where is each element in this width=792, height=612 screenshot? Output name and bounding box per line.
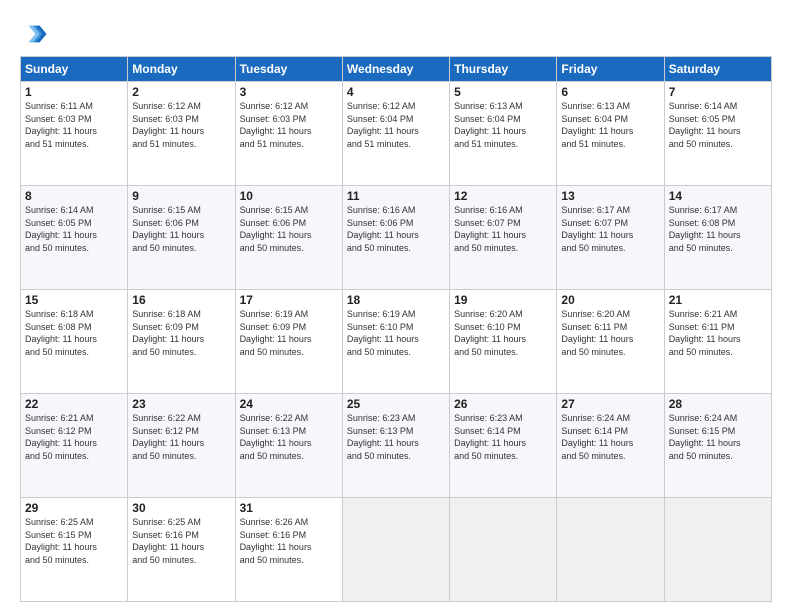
calendar-day-4: 4Sunrise: 6:12 AMSunset: 6:04 PMDaylight… xyxy=(342,82,449,186)
calendar-week-4: 22Sunrise: 6:21 AMSunset: 6:12 PMDayligh… xyxy=(21,394,772,498)
calendar-header-wednesday: Wednesday xyxy=(342,57,449,82)
calendar-week-3: 15Sunrise: 6:18 AMSunset: 6:08 PMDayligh… xyxy=(21,290,772,394)
calendar-header-saturday: Saturday xyxy=(664,57,771,82)
calendar-day-26: 26Sunrise: 6:23 AMSunset: 6:14 PMDayligh… xyxy=(450,394,557,498)
calendar-day-7: 7Sunrise: 6:14 AMSunset: 6:05 PMDaylight… xyxy=(664,82,771,186)
calendar-week-5: 29Sunrise: 6:25 AMSunset: 6:15 PMDayligh… xyxy=(21,498,772,602)
calendar-day-27: 27Sunrise: 6:24 AMSunset: 6:14 PMDayligh… xyxy=(557,394,664,498)
calendar-day-22: 22Sunrise: 6:21 AMSunset: 6:12 PMDayligh… xyxy=(21,394,128,498)
calendar-day-1: 1Sunrise: 6:11 AMSunset: 6:03 PMDaylight… xyxy=(21,82,128,186)
logo xyxy=(20,20,50,48)
header xyxy=(20,16,772,48)
calendar-day-16: 16Sunrise: 6:18 AMSunset: 6:09 PMDayligh… xyxy=(128,290,235,394)
calendar-day-15: 15Sunrise: 6:18 AMSunset: 6:08 PMDayligh… xyxy=(21,290,128,394)
calendar-day-30: 30Sunrise: 6:25 AMSunset: 6:16 PMDayligh… xyxy=(128,498,235,602)
calendar-day-25: 25Sunrise: 6:23 AMSunset: 6:13 PMDayligh… xyxy=(342,394,449,498)
calendar-week-1: 1Sunrise: 6:11 AMSunset: 6:03 PMDaylight… xyxy=(21,82,772,186)
calendar-empty xyxy=(557,498,664,602)
calendar-day-28: 28Sunrise: 6:24 AMSunset: 6:15 PMDayligh… xyxy=(664,394,771,498)
calendar-day-31: 31Sunrise: 6:26 AMSunset: 6:16 PMDayligh… xyxy=(235,498,342,602)
calendar-day-8: 8Sunrise: 6:14 AMSunset: 6:05 PMDaylight… xyxy=(21,186,128,290)
calendar-week-2: 8Sunrise: 6:14 AMSunset: 6:05 PMDaylight… xyxy=(21,186,772,290)
calendar-header-thursday: Thursday xyxy=(450,57,557,82)
calendar-day-18: 18Sunrise: 6:19 AMSunset: 6:10 PMDayligh… xyxy=(342,290,449,394)
calendar-day-10: 10Sunrise: 6:15 AMSunset: 6:06 PMDayligh… xyxy=(235,186,342,290)
calendar-day-14: 14Sunrise: 6:17 AMSunset: 6:08 PMDayligh… xyxy=(664,186,771,290)
calendar-header-sunday: Sunday xyxy=(21,57,128,82)
calendar-day-21: 21Sunrise: 6:21 AMSunset: 6:11 PMDayligh… xyxy=(664,290,771,394)
page: SundayMondayTuesdayWednesdayThursdayFrid… xyxy=(0,0,792,612)
calendar-table: SundayMondayTuesdayWednesdayThursdayFrid… xyxy=(20,56,772,602)
calendar-empty xyxy=(342,498,449,602)
calendar-day-11: 11Sunrise: 6:16 AMSunset: 6:06 PMDayligh… xyxy=(342,186,449,290)
calendar-header-row: SundayMondayTuesdayWednesdayThursdayFrid… xyxy=(21,57,772,82)
calendar-day-5: 5Sunrise: 6:13 AMSunset: 6:04 PMDaylight… xyxy=(450,82,557,186)
calendar-day-19: 19Sunrise: 6:20 AMSunset: 6:10 PMDayligh… xyxy=(450,290,557,394)
calendar-day-12: 12Sunrise: 6:16 AMSunset: 6:07 PMDayligh… xyxy=(450,186,557,290)
calendar-empty xyxy=(450,498,557,602)
calendar-day-24: 24Sunrise: 6:22 AMSunset: 6:13 PMDayligh… xyxy=(235,394,342,498)
calendar-header-tuesday: Tuesday xyxy=(235,57,342,82)
logo-icon xyxy=(20,20,48,48)
calendar-day-29: 29Sunrise: 6:25 AMSunset: 6:15 PMDayligh… xyxy=(21,498,128,602)
calendar-header-monday: Monday xyxy=(128,57,235,82)
calendar-header-friday: Friday xyxy=(557,57,664,82)
calendar-day-6: 6Sunrise: 6:13 AMSunset: 6:04 PMDaylight… xyxy=(557,82,664,186)
calendar-day-13: 13Sunrise: 6:17 AMSunset: 6:07 PMDayligh… xyxy=(557,186,664,290)
calendar-day-20: 20Sunrise: 6:20 AMSunset: 6:11 PMDayligh… xyxy=(557,290,664,394)
calendar-day-9: 9Sunrise: 6:15 AMSunset: 6:06 PMDaylight… xyxy=(128,186,235,290)
calendar-empty xyxy=(664,498,771,602)
calendar-day-2: 2Sunrise: 6:12 AMSunset: 6:03 PMDaylight… xyxy=(128,82,235,186)
calendar-day-23: 23Sunrise: 6:22 AMSunset: 6:12 PMDayligh… xyxy=(128,394,235,498)
calendar-day-17: 17Sunrise: 6:19 AMSunset: 6:09 PMDayligh… xyxy=(235,290,342,394)
calendar-day-3: 3Sunrise: 6:12 AMSunset: 6:03 PMDaylight… xyxy=(235,82,342,186)
